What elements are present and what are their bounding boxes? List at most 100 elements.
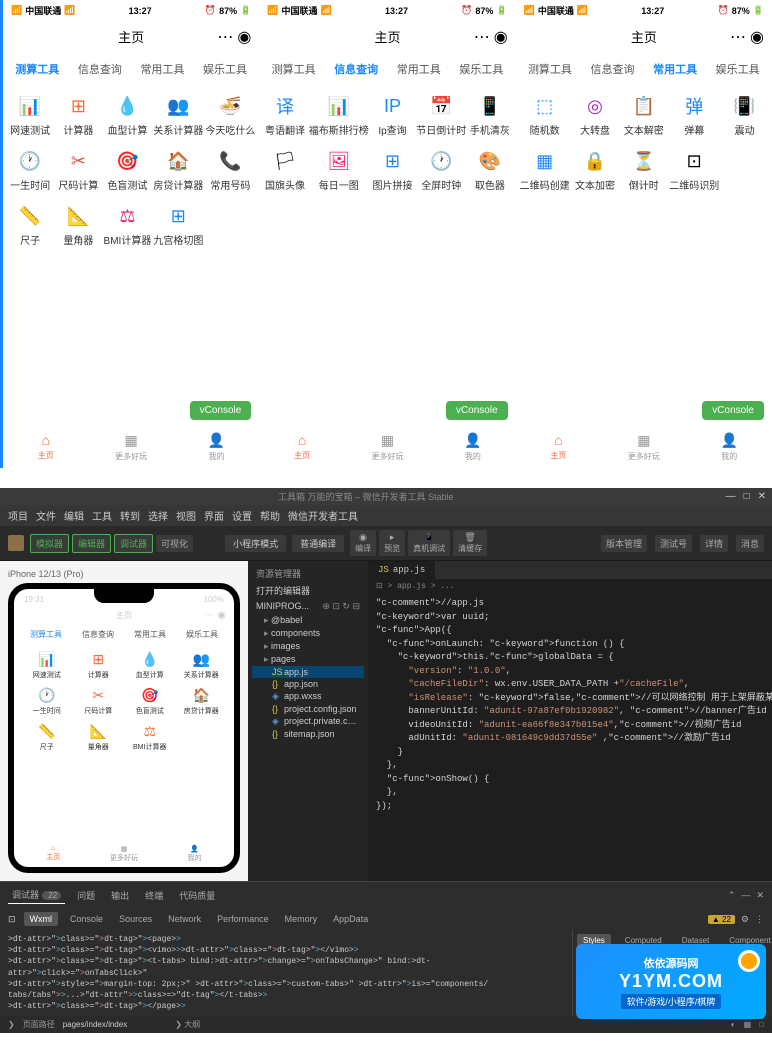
tool-item[interactable]: 🏳国旗头像 <box>263 149 306 192</box>
folder-item[interactable]: images <box>252 640 364 653</box>
tool-item[interactable]: IPIp查询 <box>371 94 414 137</box>
devtools-main-tab[interactable]: 问题 <box>73 887 99 904</box>
toolbar-mode-button[interactable]: 模拟器 <box>30 534 69 553</box>
target-icon[interactable]: ◉ <box>237 27 251 47</box>
avatar-icon[interactable] <box>8 535 24 551</box>
category-tab[interactable]: 常用工具 <box>388 58 449 80</box>
more-icon[interactable]: ⋯ <box>730 27 746 47</box>
statusbar-icon[interactable]: ◐ <box>731 1020 736 1029</box>
category-tab[interactable]: 信息查询 <box>70 58 131 80</box>
menu-item[interactable]: 转到 <box>120 508 140 523</box>
sim-nav-item[interactable]: ⌂主页 <box>18 845 89 863</box>
file-item[interactable]: {}app.json <box>252 678 364 690</box>
tool-item[interactable]: 📅节日倒计时 <box>416 94 466 137</box>
more-icon[interactable]: ⋯ <box>217 27 233 47</box>
category-tab[interactable]: 常用工具 <box>132 58 193 80</box>
nav-item[interactable]: ⌂主页 <box>259 432 344 462</box>
settings-icon[interactable]: ⚙ <box>741 914 749 925</box>
sim-tool-item[interactable]: 🎯色盲测试 <box>125 686 175 716</box>
sim-nav-item[interactable]: 👤我的 <box>159 845 230 863</box>
sim-tab[interactable]: 测算工具 <box>20 627 72 642</box>
nav-item[interactable]: 👤我的 <box>174 432 259 462</box>
sim-tool-item[interactable]: 📊网速测试 <box>22 650 72 680</box>
toolbar-mode-button[interactable]: 可视化 <box>156 535 193 552</box>
toolbar-mode-button[interactable]: 编辑器 <box>72 534 111 553</box>
tool-item[interactable]: ◎大转盘 <box>572 94 619 137</box>
tool-item[interactable]: 🎨取色器 <box>468 149 511 192</box>
menu-item[interactable]: 帮助 <box>260 508 280 523</box>
toolbar-action-button[interactable]: ◉编译 <box>350 530 376 556</box>
close-icon[interactable]: ✕ <box>758 491 766 502</box>
tool-item[interactable]: 📊福布斯排行榜 <box>309 94 369 137</box>
nav-item[interactable]: ⌂主页 <box>3 432 88 462</box>
code-area[interactable]: "c-comment">//app.js"c-keyword">var uuid… <box>368 593 772 817</box>
sim-tool-item[interactable]: 👥关系计算器 <box>177 650 227 680</box>
more-icon[interactable]: ⋮ <box>755 914 764 925</box>
folder-item[interactable]: components <box>252 627 364 640</box>
toolbar-right-button[interactable]: 版本管理 <box>601 535 647 552</box>
menu-item[interactable]: 微信开发者工具 <box>288 508 358 523</box>
toolbar-right-button[interactable]: 详情 <box>700 535 728 552</box>
category-tab[interactable]: 信息查询 <box>582 58 643 80</box>
vconsole-button[interactable]: vConsole <box>190 401 252 420</box>
tool-item[interactable]: 🖼每日一图 <box>309 149 369 192</box>
menu-item[interactable]: 选择 <box>148 508 168 523</box>
sim-tab[interactable]: 信息查询 <box>72 627 124 642</box>
compile-dropdown[interactable]: 普通编译 <box>292 535 344 552</box>
vconsole-button[interactable]: vConsole <box>702 401 764 420</box>
project-root[interactable]: MINIPROG... <box>256 601 309 612</box>
devtools-main-tab[interactable]: 输出 <box>107 887 133 904</box>
tool-item[interactable]: 🕐全屏时钟 <box>416 149 466 192</box>
tool-item[interactable]: ▦二维码创建 <box>520 149 570 192</box>
folder-item[interactable]: @babel <box>252 614 364 627</box>
nav-item[interactable]: ▦更多好玩 <box>88 432 173 462</box>
category-tab[interactable]: 信息查询 <box>326 58 387 80</box>
sim-tool-item[interactable]: ✂尺码计算 <box>74 686 124 716</box>
editor-tab[interactable]: JS app.js <box>368 561 435 579</box>
devtools-tab[interactable]: Sources <box>115 912 156 926</box>
statusbar-icon[interactable]: ▦ <box>744 1020 752 1029</box>
tool-item[interactable]: 📱手机清灰 <box>468 94 511 137</box>
menu-item[interactable]: 项目 <box>8 508 28 523</box>
tool-item[interactable]: 译粤语翻译 <box>263 94 306 137</box>
toolbar-right-button[interactable]: 消息 <box>736 535 764 552</box>
nav-item[interactable]: 👤我的 <box>430 432 515 462</box>
outline-toggle[interactable]: ❯ 大纲 <box>175 1019 200 1030</box>
sim-nav-item[interactable]: ▦更多好玩 <box>89 845 160 863</box>
devtools-tab[interactable]: AppData <box>329 912 372 926</box>
tool-item[interactable]: ⏳倒计时 <box>620 149 667 192</box>
file-item[interactable]: JSapp.js <box>252 666 364 678</box>
category-tab[interactable]: 娱乐工具 <box>195 58 256 80</box>
menu-item[interactable]: 界面 <box>204 508 224 523</box>
devtools-tab[interactable]: Memory <box>281 912 322 926</box>
tool-item[interactable]: 📊网速测试 <box>7 94 53 137</box>
minimize-icon[interactable]: — <box>726 491 736 502</box>
menu-item[interactable]: 视图 <box>176 508 196 523</box>
folder-item[interactable]: pages <box>252 653 364 666</box>
category-tab[interactable]: 测算工具 <box>520 58 581 80</box>
tool-item[interactable]: 📳震动 <box>721 94 768 137</box>
maximize-icon[interactable]: □ <box>744 491 750 502</box>
tool-item[interactable]: 📏尺子 <box>7 204 53 247</box>
devtools-main-tab[interactable]: 代码质量 <box>175 887 219 904</box>
nav-item[interactable]: 👤我的 <box>687 432 772 462</box>
warning-badge[interactable]: ▲ 22 <box>708 915 735 924</box>
tool-item[interactable]: ⊞图片拼接 <box>371 149 414 192</box>
editor-breadcrumb[interactable]: ⊡ > app.js > ... <box>368 579 772 593</box>
sim-tool-item[interactable]: 📐量角器 <box>74 722 124 752</box>
tool-item[interactable]: 弹弹幕 <box>669 94 719 137</box>
wxml-panel[interactable]: >dt-attr>">class>=">dt-tag>"><page>>>dt-… <box>0 930 572 1016</box>
sim-tool-item[interactable]: ⊞计算器 <box>74 650 124 680</box>
close-devtools-icon[interactable]: ✕ <box>756 890 764 901</box>
sim-tool-item[interactable]: 📏尺子 <box>22 722 72 752</box>
window-controls[interactable]: — □ ✕ <box>726 491 766 502</box>
statusbar-toggle[interactable]: ❯ <box>8 1020 15 1029</box>
devtools-tab[interactable]: Wxml <box>24 912 59 926</box>
tool-item[interactable]: ⊞计算器 <box>55 94 101 137</box>
collapcls-icon[interactable]: ⌃ <box>728 890 736 901</box>
tool-item[interactable]: 🕐一生时间 <box>7 149 53 192</box>
explorer-actions[interactable]: ⊕ ⊡ ↻ ⊟ <box>322 601 360 612</box>
tool-item[interactable]: 📞常用号码 <box>205 149 255 192</box>
device-selector[interactable]: iPhone 12/13 (Pro) <box>8 569 84 579</box>
toolbar-mode-button[interactable]: 调试器 <box>114 534 153 553</box>
